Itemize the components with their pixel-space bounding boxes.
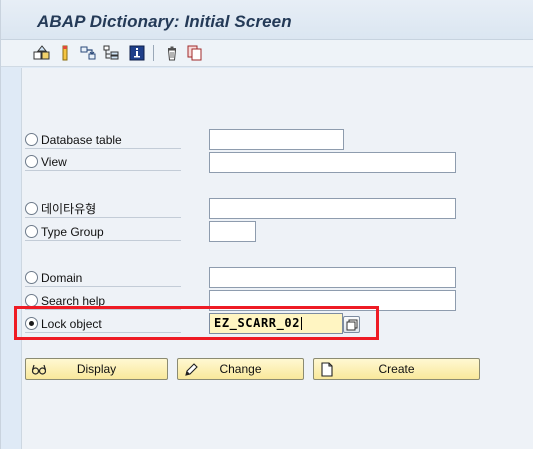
option-label: 데이타유형 <box>41 202 97 216</box>
pencil-icon <box>183 362 199 377</box>
check-icon[interactable] <box>56 44 74 62</box>
option-label: Database table <box>41 132 122 147</box>
information-icon[interactable] <box>128 44 146 62</box>
database-table-field[interactable] <box>209 129 344 150</box>
create-label: Create <box>378 362 415 376</box>
page-title: ABAP Dictionary: Initial Screen <box>37 12 292 31</box>
other-object-icon[interactable] <box>33 44 51 62</box>
copy-icon[interactable] <box>186 44 204 62</box>
display-object-list-icon[interactable] <box>102 44 120 62</box>
option-row-database-table[interactable]: Database table <box>25 131 181 149</box>
option-label: Domain <box>41 270 83 285</box>
title-bar: ABAP Dictionary: Initial Screen <box>1 0 533 40</box>
where-used-list-icon[interactable] <box>79 44 97 62</box>
view-field[interactable] <box>209 152 456 173</box>
radio-view[interactable] <box>25 155 38 168</box>
create-button[interactable]: Create <box>313 358 480 380</box>
display-button[interactable]: Display <box>25 358 168 380</box>
option-label: View <box>41 154 67 169</box>
radio-type-group[interactable] <box>25 225 38 238</box>
display-label: Display <box>76 362 117 376</box>
content-area <box>21 68 533 449</box>
domain-field[interactable] <box>209 267 456 288</box>
radio-data-type[interactable] <box>25 202 38 215</box>
option-row-view[interactable]: View <box>25 153 181 171</box>
option-row-type-group[interactable]: Type Group <box>25 223 181 241</box>
toolbar-separator <box>153 45 154 61</box>
new-document-icon <box>319 362 335 377</box>
sap-window: ABAP Dictionary: Initial Screen Database… <box>0 0 533 449</box>
change-button[interactable]: Change <box>177 358 304 380</box>
option-label: Type Group <box>41 224 104 239</box>
application-toolbar <box>1 40 533 67</box>
type-group-field[interactable] <box>209 221 256 242</box>
delete-icon[interactable] <box>163 44 181 62</box>
option-row-data-type[interactable]: 데이타유형 <box>25 200 181 218</box>
data-type-field[interactable] <box>209 198 456 219</box>
radio-domain[interactable] <box>25 271 38 284</box>
option-row-domain[interactable]: Domain <box>25 269 181 287</box>
highlight-box <box>14 306 379 340</box>
radio-database-table[interactable] <box>25 133 38 146</box>
display-glasses-icon <box>31 362 47 377</box>
